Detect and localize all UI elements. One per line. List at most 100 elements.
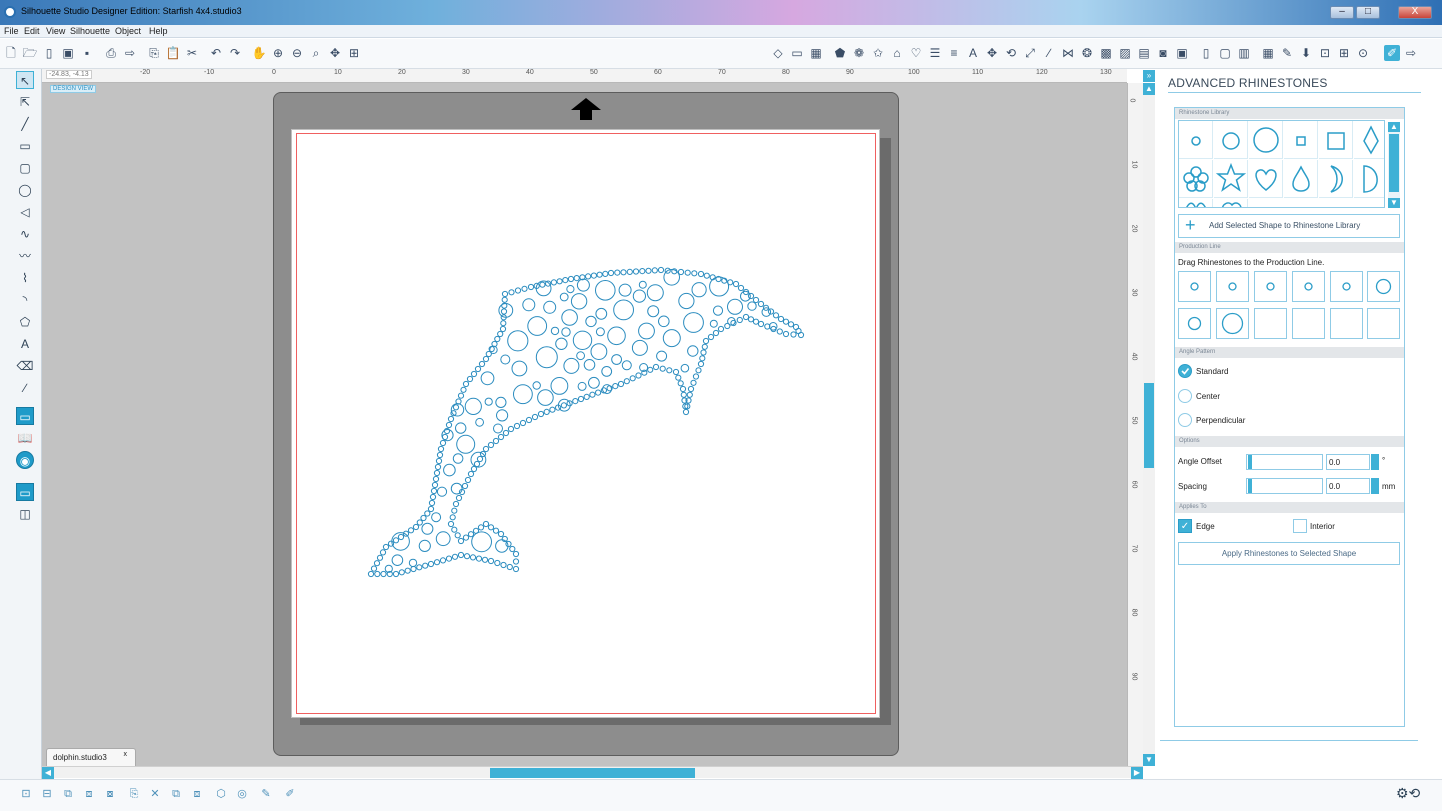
trace-icon[interactable]: ▤ bbox=[1136, 45, 1152, 61]
single-view-icon[interactable]: ▭ bbox=[16, 483, 34, 501]
library-scroll-thumb[interactable] bbox=[1389, 134, 1399, 192]
shape-star-icon[interactable]: ✩ bbox=[870, 45, 886, 61]
open-folder-icon[interactable]: 🗁 bbox=[22, 45, 38, 61]
split-view-icon[interactable]: ◫ bbox=[16, 505, 34, 523]
select-tool-icon[interactable]: ↖ bbox=[16, 71, 34, 89]
panel-collapse-icon[interactable]: » bbox=[1143, 70, 1155, 82]
menu-silhouette[interactable]: Silhouette bbox=[70, 26, 110, 36]
pixscan-icon[interactable]: ◙ bbox=[1155, 45, 1171, 61]
text-tool-icon[interactable]: A bbox=[16, 335, 34, 353]
rhinestone-library-grid[interactable] bbox=[1178, 120, 1385, 208]
library-scroll-up-icon[interactable]: ▲ bbox=[1388, 122, 1400, 132]
rhinestone-pen-icon[interactable]: ✐ bbox=[282, 786, 298, 802]
cut-settings-icon[interactable]: ▢ bbox=[1217, 45, 1233, 61]
menu-object[interactable]: Object bbox=[115, 26, 141, 36]
replicate-icon[interactable]: ❂ bbox=[1079, 45, 1095, 61]
paste-icon[interactable]: 📋 bbox=[165, 45, 181, 61]
registration-icon[interactable]: ▣ bbox=[1174, 45, 1190, 61]
spacing-spinner[interactable] bbox=[1371, 478, 1379, 494]
line-tool-icon[interactable]: ╱ bbox=[16, 115, 34, 133]
make-compound-icon[interactable]: ⧉ bbox=[60, 786, 76, 802]
fill-color-icon[interactable]: ◇ bbox=[770, 45, 786, 61]
lib-large-circle-icon[interactable] bbox=[1249, 121, 1283, 159]
duplicate-icon[interactable]: ⎘ bbox=[126, 786, 142, 802]
freehand-tool-icon[interactable]: 〰 bbox=[16, 247, 34, 265]
scroll-right-icon[interactable]: ▶ bbox=[1131, 767, 1143, 779]
settings-gear-icon[interactable]: ⚙⟲ bbox=[1396, 785, 1420, 802]
horizontal-scrollbar[interactable]: ◀ ▶ bbox=[42, 766, 1143, 779]
store-globe-icon[interactable]: ◉ bbox=[16, 451, 34, 469]
horizontal-scroll-thumb[interactable] bbox=[490, 768, 695, 778]
delete-icon[interactable]: ✕ bbox=[147, 786, 163, 802]
ellipse-tool-icon[interactable]: ◯ bbox=[16, 181, 34, 199]
angle-offset-slider[interactable] bbox=[1246, 454, 1323, 470]
zoom-in-icon[interactable]: ⊕ bbox=[270, 45, 286, 61]
slider-knob[interactable] bbox=[1248, 455, 1252, 469]
eraser-tool-icon[interactable]: ⌫ bbox=[16, 357, 34, 375]
production-slot-empty[interactable] bbox=[1292, 308, 1325, 339]
arc-tool-icon[interactable]: ◝ bbox=[16, 291, 34, 309]
vertical-scroll-thumb[interactable] bbox=[1144, 383, 1154, 468]
scroll-down-icon[interactable]: ▼ bbox=[1143, 754, 1155, 766]
add-shape-to-library-button[interactable]: + Add Selected Shape to Rhinestone Libra… bbox=[1178, 214, 1400, 238]
edge-checkbox[interactable]: ✓ bbox=[1178, 519, 1192, 533]
vertical-scrollbar[interactable]: ▲ ▼ bbox=[1143, 83, 1155, 766]
maximize-button[interactable]: □ bbox=[1356, 6, 1380, 19]
modify-icon[interactable]: ▩ bbox=[1098, 45, 1114, 61]
library-icon[interactable]: ▦ bbox=[1260, 45, 1276, 61]
production-slot[interactable] bbox=[1254, 271, 1287, 302]
send-cut-icon[interactable]: ⇨ bbox=[1403, 45, 1419, 61]
trace-pen-icon[interactable]: ✎ bbox=[258, 786, 274, 802]
pan-hand-icon[interactable]: ✋ bbox=[251, 45, 267, 61]
radio-standard[interactable] bbox=[1178, 364, 1192, 378]
close-button[interactable]: X bbox=[1398, 6, 1432, 19]
layers-icon[interactable]: ⊡ bbox=[1317, 45, 1333, 61]
store-icon[interactable]: ▥ bbox=[1236, 45, 1252, 61]
shape-flower-icon[interactable]: ❁ bbox=[851, 45, 867, 61]
lib-crescent-icon[interactable] bbox=[1319, 160, 1353, 198]
redo-icon[interactable]: ↷ bbox=[227, 45, 243, 61]
angle-offset-input[interactable]: 0.0 bbox=[1326, 454, 1370, 470]
save-icon[interactable]: ▣ bbox=[60, 45, 76, 61]
group-icon[interactable]: ⊡ bbox=[18, 786, 34, 802]
weld-icon[interactable]: ⬡ bbox=[213, 786, 229, 802]
slider-knob[interactable] bbox=[1248, 479, 1252, 493]
lib-diamond-icon[interactable] bbox=[1354, 121, 1384, 159]
copy-icon[interactable]: ⎘ bbox=[146, 45, 162, 61]
send-to-silhouette-icon[interactable]: ⇨ bbox=[122, 45, 138, 61]
menu-file[interactable]: File bbox=[4, 26, 19, 36]
cut-icon[interactable]: ✂ bbox=[184, 45, 200, 61]
close-tab-icon[interactable]: x bbox=[124, 751, 128, 758]
regular-polygon-icon[interactable]: ⬠ bbox=[16, 313, 34, 331]
rectangle-tool-icon[interactable]: ▭ bbox=[16, 137, 34, 155]
library-book-icon[interactable]: 📖 bbox=[16, 429, 34, 447]
print-icon[interactable]: ⎙ bbox=[103, 45, 119, 61]
production-slot-empty[interactable] bbox=[1330, 308, 1363, 339]
radio-perpendicular[interactable] bbox=[1178, 413, 1192, 427]
lib-small-square-icon[interactable] bbox=[1284, 121, 1318, 159]
page-setup-icon[interactable]: ▯ bbox=[1198, 45, 1214, 61]
edit-points-icon[interactable]: ⇱ bbox=[16, 93, 34, 111]
apply-rhinestones-button[interactable]: Apply Rhinestones to Selected Shape bbox=[1178, 542, 1400, 565]
undo-icon[interactable]: ↶ bbox=[208, 45, 224, 61]
menu-view[interactable]: View bbox=[46, 26, 65, 36]
production-slot[interactable] bbox=[1330, 271, 1363, 302]
shape-house-icon[interactable]: ⌂ bbox=[889, 45, 905, 61]
mirror-icon[interactable]: ⋈ bbox=[1060, 45, 1076, 61]
curve-tool-icon[interactable]: ∿ bbox=[16, 225, 34, 243]
lib-large-square-icon[interactable] bbox=[1319, 121, 1353, 159]
lib-half-circle-icon[interactable] bbox=[1354, 160, 1384, 198]
drag-zoom-icon[interactable]: ✥ bbox=[327, 45, 343, 61]
spacing-slider[interactable] bbox=[1246, 478, 1323, 494]
rounded-rect-tool-icon[interactable]: ▢ bbox=[16, 159, 34, 177]
line-style-icon[interactable]: ≡ bbox=[946, 45, 962, 61]
rotate-icon[interactable]: ⟲ bbox=[1003, 45, 1019, 61]
shear-icon[interactable]: ∕ bbox=[1041, 45, 1057, 61]
text-style-icon[interactable]: A bbox=[965, 45, 981, 61]
lib-small-circle-icon[interactable] bbox=[1179, 121, 1213, 159]
polygon-tool-icon[interactable]: ◁ bbox=[16, 203, 34, 221]
production-slot[interactable] bbox=[1178, 271, 1211, 302]
production-slot[interactable] bbox=[1216, 271, 1249, 302]
send-back-icon[interactable]: ⧉ bbox=[168, 786, 184, 802]
points-icon[interactable]: ⊙ bbox=[1355, 45, 1371, 61]
